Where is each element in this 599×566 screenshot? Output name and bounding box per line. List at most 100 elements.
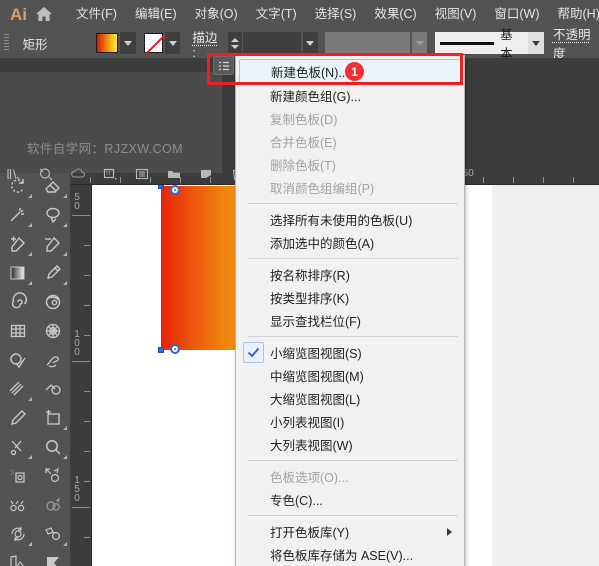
eyedropper-tool-icon[interactable] [35,258,70,287]
polar-grid-tool-icon[interactable] [35,316,70,345]
add-anchor-point-tool-icon[interactable] [0,229,35,258]
gradient-tool-icon[interactable] [0,258,35,287]
menu-item-edit[interactable]: 编辑(E) [126,0,186,28]
list-view-icon[interactable] [134,165,150,183]
shape-builder-tool-icon[interactable] [0,345,35,374]
menu-item-file[interactable]: 文件(F) [67,0,126,28]
scissors-tool-icon[interactable] [0,432,35,461]
delete-anchor-point-tool-icon[interactable] [35,229,70,258]
new-swatch-icon[interactable] [198,165,214,183]
menu-item-swatch-options: 色板选项(O)... [236,465,464,488]
home-icon[interactable] [35,0,53,28]
watermark-text: 软件自学网：RJZXW.COM [27,142,183,156]
menu-item-select[interactable]: 选择(S) [306,0,366,28]
stroke-swatch[interactable] [144,33,163,53]
fill-swatch[interactable] [96,33,119,53]
stroke-weight-input[interactable] [243,32,301,54]
magic-wand-tool-icon[interactable] [0,200,35,229]
anchor-point-bottom[interactable] [170,344,180,354]
menu-item-new-swatch[interactable]: 新建色板(N)... 1 [239,59,461,83]
swatches-panel-footer [6,163,244,185]
control-bar-grip[interactable] [4,34,9,52]
menu-separator [248,336,458,337]
artboard-tool-icon[interactable] [35,403,70,432]
menu-item-label: 中缩览图视图(M) [270,370,364,384]
symbol-spinner-tool-icon[interactable] [0,519,35,548]
ruler-label-v-150: 150 [74,475,80,504]
menu-separator [248,203,458,204]
chevron-down-icon [306,40,315,46]
menu-item-medium-thumbnail-view[interactable]: 中缩览图视图(M) [236,364,464,387]
blend-tool-icon[interactable] [0,374,35,403]
slice-tool-icon[interactable] [35,548,70,566]
fill-swatch-dropdown[interactable] [120,32,137,54]
libraries-icon[interactable] [6,165,22,183]
menu-item-label: 合并色板(E) [270,136,337,150]
menu-item-add-selected-colors[interactable]: 添加选中的颜色(A) [236,231,464,254]
live-paint-tool-icon[interactable] [35,345,70,374]
menu-item-sort-by-kind[interactable]: 按类型排序(K) [236,286,464,309]
menu-item-sort-by-name[interactable]: 按名称排序(R) [236,263,464,286]
menu-item-show-find-field[interactable]: 显示查找栏位(F) [236,309,464,332]
opacity-label: 不透明度 [552,28,591,61]
swatches-flyout-menu: 新建色板(N)... 1 新建颜色组(G)... 复制色板(D) 合并色板(E)… [235,55,465,566]
canvas-right-gutter [492,185,599,566]
stroke-weight-stepper[interactable] [227,32,243,54]
stroke-profile-input[interactable] [325,32,410,54]
panel-menu-icon[interactable] [213,56,234,75]
menu-item-label: 按类型排序(K) [270,292,350,306]
ruler-label-v-50: 50 [74,192,80,212]
menu-item-label: 显示查找栏位(F) [270,315,361,329]
menu-item-small-thumbnail-view[interactable]: 小缩览图视图(S) [236,341,464,364]
menu-item-view[interactable]: 视图(V) [426,0,486,28]
cloud-upload-icon[interactable] [70,165,86,183]
graph-tool-icon[interactable] [0,548,35,566]
selection-handle-bottom-left[interactable] [158,347,164,353]
vertical-ruler[interactable]: 50 100 150 [70,185,92,566]
menu-item-object[interactable]: 对象(O) [186,0,247,28]
stroke-weight-label: 描边 : [192,30,218,60]
graphic-style-dropdown[interactable] [528,32,544,54]
symbol-scruncher-tool-icon[interactable] [0,490,35,519]
zoom-tool-icon[interactable] [35,432,70,461]
menu-item-type[interactable]: 文字(T) [247,0,306,28]
menu-item-spot-color[interactable]: 专色(C)... [236,488,464,511]
symbol-stainer-tool-icon[interactable] [35,519,70,548]
menu-item-small-list-view[interactable]: 小列表视图(I) [236,410,464,433]
menu-item-large-list-view[interactable]: 大列表视图(W) [236,433,464,456]
color-group-icon[interactable] [102,165,118,183]
symbol-sprayer-tool-icon[interactable] [0,461,35,490]
menu-item-label: 小列表视图(I) [270,416,345,430]
grid-tool-icon[interactable] [0,316,35,345]
menu-separator [248,515,458,516]
spiral-tool-icon[interactable] [0,287,35,316]
menu-item-save-library-ase[interactable]: 将色板库存储为 ASE(V)... [236,543,464,566]
anchor-point-top[interactable] [170,185,180,195]
rotate-around-tool-icon[interactable] [35,287,70,316]
symbol-screener-tool-icon[interactable] [35,490,70,519]
menu-item-new-color-group[interactable]: 新建颜色组(G)... [236,84,464,107]
graphic-style-field[interactable]: 基本 [435,28,529,61]
stroke-weight-dropdown[interactable] [302,32,319,54]
menu-item-select-all-unused[interactable]: 选择所有未使用的色板(U) [236,208,464,231]
menu-item-large-thumbnail-view[interactable]: 大缩览图视图(L) [236,387,464,410]
menu-item-label: 色板选项(O)... [270,471,349,485]
lasso-tool-icon[interactable] [35,200,70,229]
swatches-panel-titlebar[interactable] [0,58,222,72]
symbol-shifter-tool-icon[interactable] [35,461,70,490]
ruler-label-v-100: 100 [74,329,80,358]
pencil-tool-icon[interactable] [0,403,35,432]
menu-item-label: 删除色板(T) [270,159,336,173]
chevron-down-icon [532,40,541,46]
stroke-profile-dropdown[interactable] [411,32,428,54]
style-preview-icon [440,41,495,45]
menu-item-open-swatch-library[interactable]: 打开色板库(Y) [236,520,464,543]
submenu-arrow-icon [447,528,452,536]
menu-item-effect[interactable]: 效果(C) [365,0,425,28]
menu-item-ungroup-color-group: 取消颜色组编组(P) [236,176,464,199]
perspective-selection-tool-icon[interactable] [35,374,70,403]
stroke-swatch-dropdown[interactable] [164,32,181,54]
menu-item-delete-swatch: 删除色板(T) [236,153,464,176]
new-color-group-icon[interactable] [166,165,182,183]
color-guide-icon[interactable] [38,165,54,183]
